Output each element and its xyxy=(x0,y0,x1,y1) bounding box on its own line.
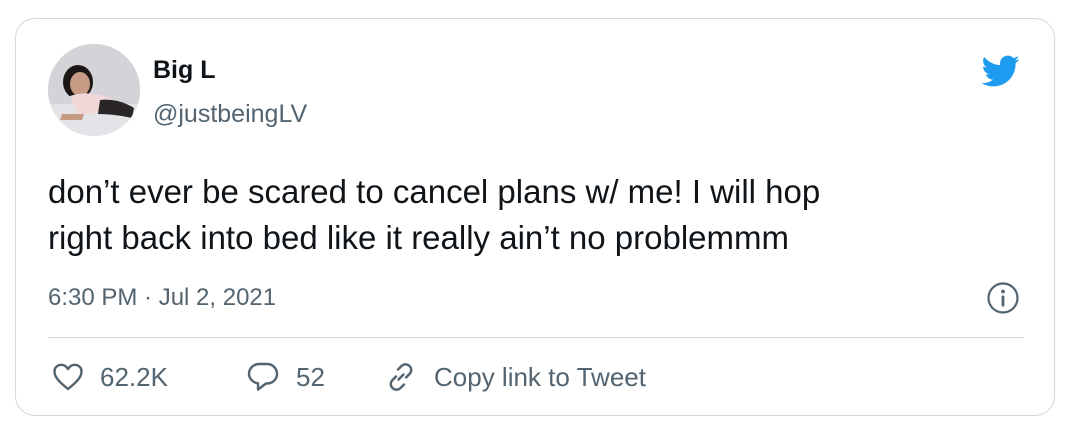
tweet-timestamp[interactable]: 6:30 PM · Jul 2, 2021 xyxy=(48,283,276,313)
twitter-bird-icon[interactable] xyxy=(976,51,1024,91)
tweet-text-line-2: right back into bed like it really ain’t… xyxy=(48,219,790,256)
tweet-card: Big L @justbeingLV don’t ever be scared … xyxy=(15,18,1055,416)
avatar-image xyxy=(48,44,140,136)
reply-button[interactable]: 52 xyxy=(246,359,325,395)
link-icon xyxy=(389,363,413,391)
author-name[interactable]: Big L xyxy=(153,55,216,85)
copy-link-label: Copy link to Tweet xyxy=(434,362,646,392)
author-handle[interactable]: @justbeingLV xyxy=(153,99,307,129)
reply-count: 52 xyxy=(296,362,325,392)
info-icon[interactable] xyxy=(986,281,1020,315)
copy-link-button[interactable]: Copy link to Tweet xyxy=(384,359,646,395)
heart-icon xyxy=(53,363,83,391)
reply-bubble-icon xyxy=(247,362,279,391)
tweet-text: don’t ever be scared to cancel plans w/ … xyxy=(48,169,1028,261)
like-button[interactable]: 62.2K xyxy=(52,359,168,395)
divider xyxy=(48,337,1024,338)
like-count: 62.2K xyxy=(100,362,168,392)
tweet-text-line-1: don’t ever be scared to cancel plans w/ … xyxy=(48,173,821,210)
avatar[interactable] xyxy=(48,44,140,136)
